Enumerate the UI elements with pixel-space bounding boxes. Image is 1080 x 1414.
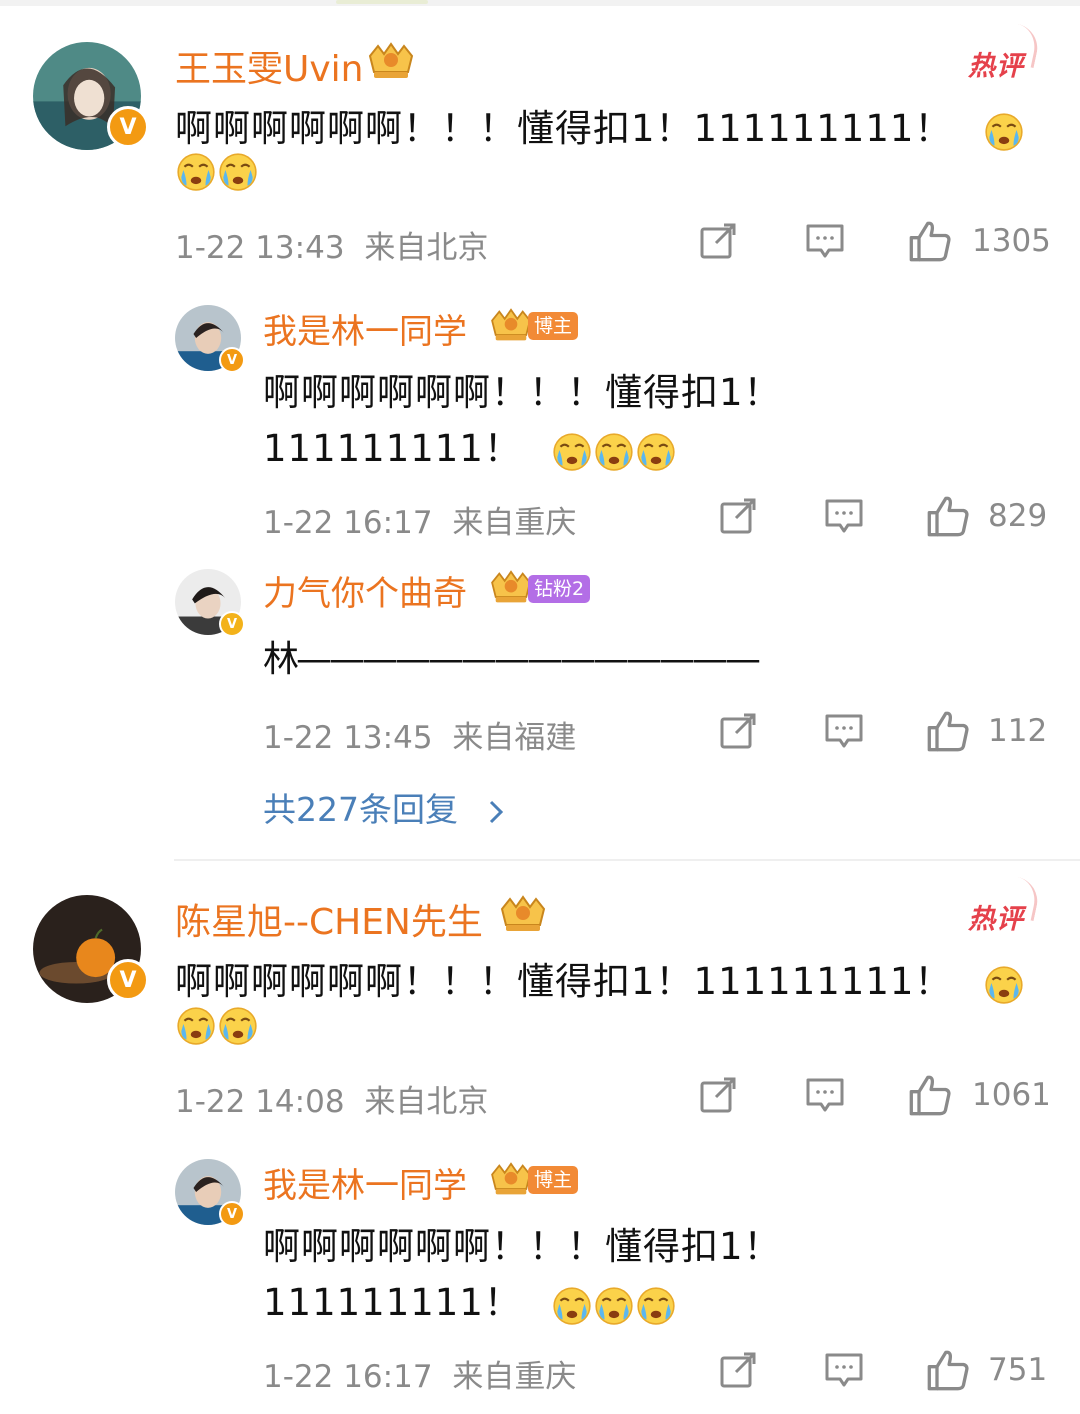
comment-meta: 1-22 14:08 来自北京	[175, 1076, 488, 1121]
blogger-tag: 博主	[528, 1166, 579, 1194]
comment-icon	[805, 1075, 845, 1115]
avatar[interactable]: V	[175, 1159, 245, 1227]
comment-text: 啊啊啊啊啊啊！！！懂得扣1！111111111！	[175, 951, 1025, 1005]
like-button[interactable]: 751	[926, 1348, 1047, 1392]
crying-emoji-icon	[551, 1284, 593, 1326]
comment-emoji-row	[175, 1004, 259, 1046]
reply-text-line2: 111111111！	[263, 1272, 677, 1326]
verified-v-icon: V	[219, 1201, 245, 1227]
reply-time: 1-22 16:17	[263, 1359, 433, 1395]
hot-comment-badge: 热评	[968, 897, 1024, 936]
share-button[interactable]	[718, 1350, 758, 1390]
crying-emoji-icon	[217, 1004, 259, 1046]
like-count: 751	[988, 1352, 1048, 1388]
comment-time: 1-22 14:08	[175, 1084, 345, 1120]
reply-button[interactable]	[824, 1350, 864, 1390]
crying-emoji-icon	[175, 1004, 217, 1046]
avatar[interactable]: V	[33, 895, 149, 1003]
thumbs-up-icon	[926, 1348, 970, 1392]
reply-text: 啊啊啊啊啊啊！！！懂得扣1！	[263, 1225, 782, 1268]
reply-username[interactable]: 我是林一同学	[263, 1158, 467, 1207]
comment-username[interactable]: 陈星旭--CHEN先生	[175, 893, 483, 945]
like-button[interactable]: 1061	[908, 1073, 1051, 1117]
verified-v-icon: V	[107, 959, 149, 1001]
thumbs-up-icon	[908, 1073, 952, 1117]
share-icon	[718, 1350, 758, 1390]
reply-button[interactable]	[805, 1075, 845, 1115]
share-icon	[698, 1075, 738, 1115]
crying-emoji-icon	[593, 1284, 635, 1326]
comment-location: 来自北京	[364, 1084, 489, 1120]
comment-icon	[824, 1350, 864, 1390]
comment-item: V 陈星旭--CHEN先生 热评 啊啊啊啊啊啊！！！懂得扣1！111111111…	[0, 0, 1080, 1414]
like-count: 1061	[972, 1077, 1051, 1113]
crown-badge-icon	[498, 895, 548, 935]
reply-meta: 1-22 16:17 来自重庆	[263, 1351, 576, 1396]
crying-emoji-icon	[635, 1284, 677, 1326]
share-button[interactable]	[698, 1075, 738, 1115]
reply-location: 来自重庆	[452, 1359, 577, 1395]
crying-emoji-icon	[983, 963, 1025, 1005]
